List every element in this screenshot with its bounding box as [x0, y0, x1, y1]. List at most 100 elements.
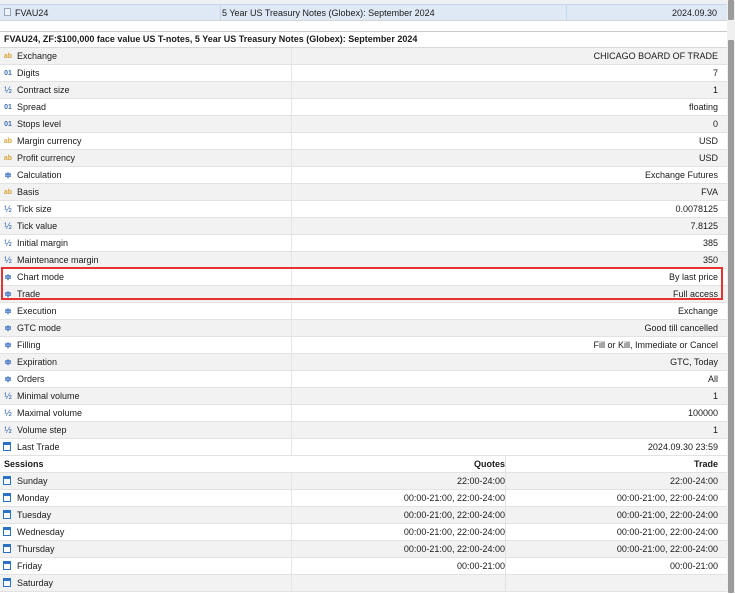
spec-label: Digits	[17, 68, 40, 78]
spec-row-contract-size[interactable]: ½ Contract size 1	[0, 82, 727, 99]
session-row-friday[interactable]: Friday 00:00-21:00 00:00-21:00	[0, 558, 727, 575]
fraction-type-icon: ½	[4, 391, 12, 401]
spec-row-tick-size[interactable]: ½ Tick size 0.0078125	[0, 201, 727, 218]
spec-row-maintenance-margin[interactable]: ½ Maintenance margin 350	[0, 252, 727, 269]
sessions-table: Sessions Quotes Trade Sunday 22:00-24:00 22:0…	[0, 456, 727, 592]
spec-row-maximal-volume[interactable]: ½ Maximal volume 100000	[0, 405, 727, 422]
list-type-icon: ≑	[4, 374, 12, 384]
spec-row-calculation[interactable]: ≑ Calculation Exchange Futures	[0, 167, 727, 184]
spec-value: 350	[702, 255, 718, 265]
column-divider	[291, 116, 292, 132]
spec-row-minimal-volume[interactable]: ½ Minimal volume 1	[0, 388, 727, 405]
vertical-scrollbar[interactable]	[727, 0, 735, 593]
spec-label: Basis	[17, 187, 40, 197]
column-divider	[291, 507, 292, 523]
spec-row-stops-level[interactable]: 01 Stops level 0	[0, 116, 727, 133]
spec-value: FVA	[701, 187, 718, 197]
fraction-type-icon: ½	[4, 425, 12, 435]
fraction-type-icon: ½	[4, 204, 12, 214]
session-day: Monday	[17, 493, 50, 503]
spec-row-expiration[interactable]: ≑ Expiration GTC, Today	[0, 354, 727, 371]
spec-row-tick-value[interactable]: ½ Tick value 7.8125	[0, 218, 727, 235]
session-quotes: 00:00-21:00, 22:00-24:00	[403, 527, 505, 537]
spec-value: 1	[712, 85, 718, 95]
session-quotes: 00:00-21:00, 22:00-24:00	[403, 544, 505, 554]
spec-label: Maximal volume	[17, 408, 83, 418]
column-divider	[291, 473, 292, 489]
session-day: Thursday	[17, 544, 55, 554]
session-row-thursday[interactable]: Thursday 00:00-21:00, 22:00-24:00 00:00-21…	[0, 541, 727, 558]
specification-panel: FVAU24, ZF:$100,000 face value US T-note…	[0, 31, 727, 594]
text-type-icon: ab	[3, 189, 13, 196]
integer-type-icon: 01	[4, 121, 12, 128]
spec-row-spread[interactable]: 01 Spread floating	[0, 99, 727, 116]
quotes-header: Quotes	[473, 459, 505, 469]
spec-row-filling[interactable]: ≑ Filling Fill or Kill, Immediate or Cance…	[0, 337, 727, 354]
scrollbar-thumb[interactable]	[728, 40, 734, 593]
session-row-sunday[interactable]: Sunday 22:00-24:00 22:00-24:00	[0, 473, 727, 490]
calendar-icon	[3, 493, 11, 502]
symbol-row-selected[interactable]: FVAU24 5 Year US Treasury Notes (Globex)…	[0, 4, 727, 21]
column-divider	[291, 405, 292, 421]
specification-table: ab Exchange CHICAGO BOARD OF TRADE 01 Digits…	[0, 48, 727, 456]
session-quotes: 00:00-21:00, 22:00-24:00	[403, 493, 505, 503]
spec-label: Profit currency	[17, 153, 76, 163]
spec-row-exchange[interactable]: ab Exchange CHICAGO BOARD OF TRADE	[0, 48, 727, 65]
symbol-description: 5 Year US Treasury Notes (Globex): Septe…	[222, 8, 435, 18]
text-type-icon: ab	[3, 53, 13, 60]
session-trade: 00:00-21:00	[669, 561, 718, 571]
column-divider	[291, 82, 292, 98]
spec-row-volume-step[interactable]: ½ Volume step 1	[0, 422, 727, 439]
integer-type-icon: 01	[4, 104, 12, 111]
column-divider	[291, 65, 292, 81]
column-divider	[505, 575, 506, 591]
spec-row-digits[interactable]: 01 Digits 7	[0, 65, 727, 82]
symbol-expiration: 2024.09.30	[671, 8, 717, 18]
calendar-icon	[3, 442, 11, 451]
text-type-icon: ab	[3, 138, 13, 145]
sessions-header: Sessions Quotes Trade	[0, 456, 727, 473]
session-trade: 00:00-21:00, 22:00-24:00	[616, 527, 718, 537]
spec-row-trade[interactable]: ≑ Trade Full access	[0, 286, 727, 303]
spec-row-gtc-mode[interactable]: ≑ GTC mode Good till cancelled	[0, 320, 727, 337]
spec-row-execution[interactable]: ≑ Execution Exchange	[0, 303, 727, 320]
calendar-icon	[3, 510, 11, 519]
fraction-type-icon: ½	[4, 255, 12, 265]
column-divider	[291, 371, 292, 387]
spec-row-margin-currency[interactable]: ab Margin currency USD	[0, 133, 727, 150]
session-row-saturday[interactable]: Saturday	[0, 575, 727, 592]
spec-label: Execution	[17, 306, 57, 316]
spec-row-orders[interactable]: ≑ Orders All	[0, 371, 727, 388]
symbol-checkbox[interactable]	[4, 8, 11, 16]
spec-label: Initial margin	[17, 238, 69, 248]
column-divider	[291, 524, 292, 540]
spec-value: Good till cancelled	[644, 323, 718, 333]
session-row-monday[interactable]: Monday 00:00-21:00, 22:00-24:00 00:00-21:0…	[0, 490, 727, 507]
spec-row-profit-currency[interactable]: ab Profit currency USD	[0, 150, 727, 167]
column-divider	[291, 490, 292, 506]
spec-label: Chart mode	[17, 272, 65, 282]
column-divider	[291, 269, 292, 285]
spec-row-basis[interactable]: ab Basis FVA	[0, 184, 727, 201]
spec-row-initial-margin[interactable]: ½ Initial margin 385	[0, 235, 727, 252]
list-type-icon: ≑	[4, 170, 12, 180]
session-day: Wednesday	[17, 527, 65, 537]
column-divider	[220, 5, 221, 21]
spec-row-chart-mode[interactable]: ≑ Chart mode By last price	[0, 269, 727, 286]
spec-label: Trade	[17, 289, 41, 299]
list-type-icon: ≑	[4, 272, 12, 282]
spec-label: Minimal volume	[17, 391, 80, 401]
column-divider	[291, 184, 292, 200]
session-row-wednesday[interactable]: Wednesday 00:00-21:00, 22:00-24:00 00:00-2…	[0, 524, 727, 541]
scrollbar-thumb-top[interactable]	[728, 0, 734, 20]
spec-label: Contract size	[17, 85, 70, 95]
spec-label: Orders	[17, 374, 45, 384]
symbol-name: FVAU24	[15, 8, 49, 18]
column-divider	[505, 524, 506, 540]
symbol-list: FVAU24 5 Year US Treasury Notes (Globex)…	[0, 0, 727, 21]
integer-type-icon: 01	[4, 70, 12, 77]
spec-row-last-trade[interactable]: Last Trade 2024.09.30 23:59	[0, 439, 727, 456]
session-row-tuesday[interactable]: Tuesday 00:00-21:00, 22:00-24:00 00:00-21:…	[0, 507, 727, 524]
spec-label: Tick value	[17, 221, 58, 231]
session-quotes: 00:00-21:00	[456, 561, 505, 571]
